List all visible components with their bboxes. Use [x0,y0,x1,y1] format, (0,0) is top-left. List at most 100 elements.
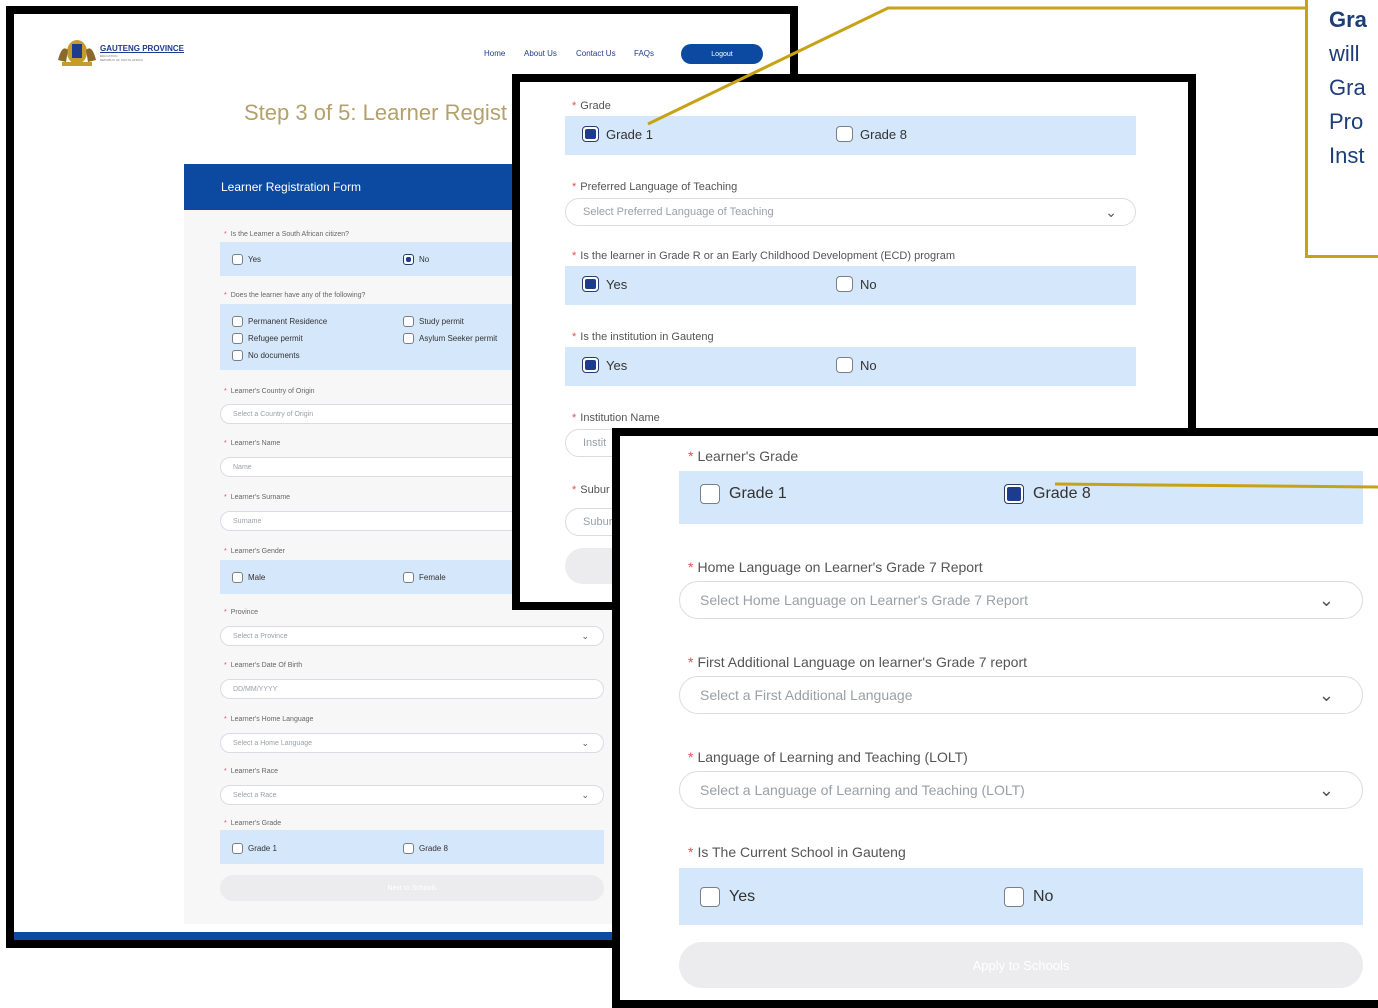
inst-gauteng-question: Is the institution in Gauteng [580,331,714,343]
ecd-no[interactable]: No [836,276,877,292]
checkbox[interactable] [232,254,243,265]
checkbox-checked[interactable] [1004,484,1024,504]
option-label: Study permit [419,317,464,326]
checkbox[interactable] [836,276,853,292]
checkbox-checked[interactable] [582,276,599,292]
option-label: Yes [606,357,628,373]
checkbox[interactable] [232,316,243,327]
inst-gauteng-no[interactable]: No [836,357,877,373]
country-label: * Learner's Country of Origin [224,388,315,395]
province-select[interactable]: Select a Province ⌄ [220,626,604,646]
suburb-label: * Subur [572,484,610,496]
lolt-select[interactable]: Select a Language of Learning and Teachi… [679,771,1363,809]
nav-about[interactable]: About Us [524,49,557,58]
surname-placeholder: Surname [233,517,262,525]
checkbox[interactable] [232,350,243,361]
home-language-select[interactable]: Select Home Language on Learner's Grade … [679,581,1363,619]
grade-1-option[interactable]: Grade 1 [232,843,277,854]
checkbox-checked[interactable] [582,357,599,373]
nav-home[interactable]: Home [484,49,505,58]
race-question: Learner's Race [230,768,278,775]
doc-permanent-residence[interactable]: Permanent Residence [232,316,327,327]
grade-8-option[interactable]: Grade 8 [403,843,448,854]
name-question: Learner's Name [230,440,281,447]
gender-female[interactable]: Female [403,572,446,583]
coat-of-arms-icon [58,40,96,66]
gender-male[interactable]: Male [232,572,265,583]
logout-button[interactable]: Logout [681,44,763,64]
checkbox[interactable] [232,333,243,344]
homelang-select[interactable]: Select a Home Language ⌄ [220,733,604,753]
option-label: Grade 8 [1033,485,1091,502]
race-select[interactable]: Select a Race ⌄ [220,785,604,805]
button-label: Next to Schools [387,884,437,892]
lolt-placeholder: Select a Language of Learning and Teachi… [700,782,1025,798]
checkbox[interactable] [232,843,243,854]
callout-line-4: Pro [1329,109,1364,134]
grade-8-form-zoom: * Learner's Grade Grade 1 Grade 8 * Home L… [612,428,1378,1008]
inst-name-question: Institution Name [580,412,660,424]
option-label: No [419,255,430,264]
doc-study-permit[interactable]: Study permit [403,316,464,327]
checkbox[interactable] [403,316,414,327]
grade-label: * Grade [572,100,611,112]
province-placeholder: Select a Province [233,632,288,640]
checkbox[interactable] [836,126,853,142]
docs-question: Does the learner have any of the followi… [230,292,366,299]
apply-to-schools-button[interactable]: Apply to Schools [679,942,1363,988]
option-label: Grade 8 [419,844,448,853]
checkbox[interactable] [403,843,414,854]
learner-grade-question: Learner's Grade [697,448,799,464]
inst-gauteng-yes[interactable]: Yes [582,357,627,373]
fal-select[interactable]: Select a First Additional Language ⌄ [679,676,1363,714]
option-label: Yes [248,255,262,264]
doc-asylum-permit[interactable]: Asylum Seeker permit [403,333,497,344]
language-select[interactable]: Select Preferred Language of Teaching ⌄ [565,198,1136,226]
next-to-schools-button[interactable]: Next to Schools [220,875,604,901]
checkbox[interactable] [836,357,853,373]
callout-line-2: will [1329,41,1360,66]
grade-1-option[interactable]: Grade 1 [582,126,653,142]
grade-8-option[interactable]: Grade 8 [1004,484,1091,504]
button-label: Apply to Schools [972,957,1070,973]
current-school-no[interactable]: No [1004,887,1053,907]
nav-faqs[interactable]: FAQs [634,49,654,58]
checkbox[interactable] [700,484,720,504]
fal-placeholder: Select a First Additional Language [700,687,913,703]
dob-input[interactable]: DD/MM/YYYY [220,679,604,699]
grade-1-option[interactable]: Grade 1 [700,484,787,504]
grade-8-option[interactable]: Grade 8 [836,126,907,142]
home-language-placeholder: Select Home Language on Learner's Grade … [700,592,1028,608]
checkbox[interactable] [403,572,414,583]
checkbox[interactable] [232,572,243,583]
lolt-label: * Language of Learning and Teaching (LOLT… [688,749,968,765]
step-title: Step 3 of 5: Learner Regist [244,100,507,125]
ecd-yes[interactable]: Yes [582,276,627,292]
gender-question: Learner's Gender [230,548,285,555]
race-label: * Learner's Race [224,768,278,775]
checkbox-checked[interactable] [403,254,414,265]
checkbox[interactable] [403,333,414,344]
province-question: Province [230,609,258,616]
lolt-question: Language of Learning and Teaching (LOLT) [697,749,968,765]
nav-contact[interactable]: Contact Us [576,49,616,58]
gauteng-logo[interactable]: GAUTENG PROVINCE EDUCATION REPUBLIC OF S… [54,34,204,70]
fal-label: * First Additional Language on learner's … [688,654,1027,670]
checkbox[interactable] [700,887,720,907]
dob-placeholder: DD/MM/YYYY [233,685,278,693]
current-school-yes[interactable]: Yes [700,887,755,907]
doc-refugee-permit[interactable]: Refugee permit [232,333,303,344]
doc-none[interactable]: No documents [232,350,300,361]
language-placeholder: Select Preferred Language of Teaching [583,206,774,218]
option-label: Permanent Residence [248,317,328,326]
citizen-no[interactable]: No [403,254,429,265]
language-question: Preferred Language of Teaching [580,181,738,193]
chevron-down-icon: ⌄ [1318,589,1334,610]
checkbox-checked[interactable] [582,126,599,142]
checkbox[interactable] [1004,887,1024,907]
option-label: No [860,276,877,292]
race-placeholder: Select a Race [233,791,277,799]
grade-label: * Learner's Grade [224,820,282,827]
country-question: Learner's Country of Origin [230,388,315,395]
citizen-yes[interactable]: Yes [232,254,261,265]
